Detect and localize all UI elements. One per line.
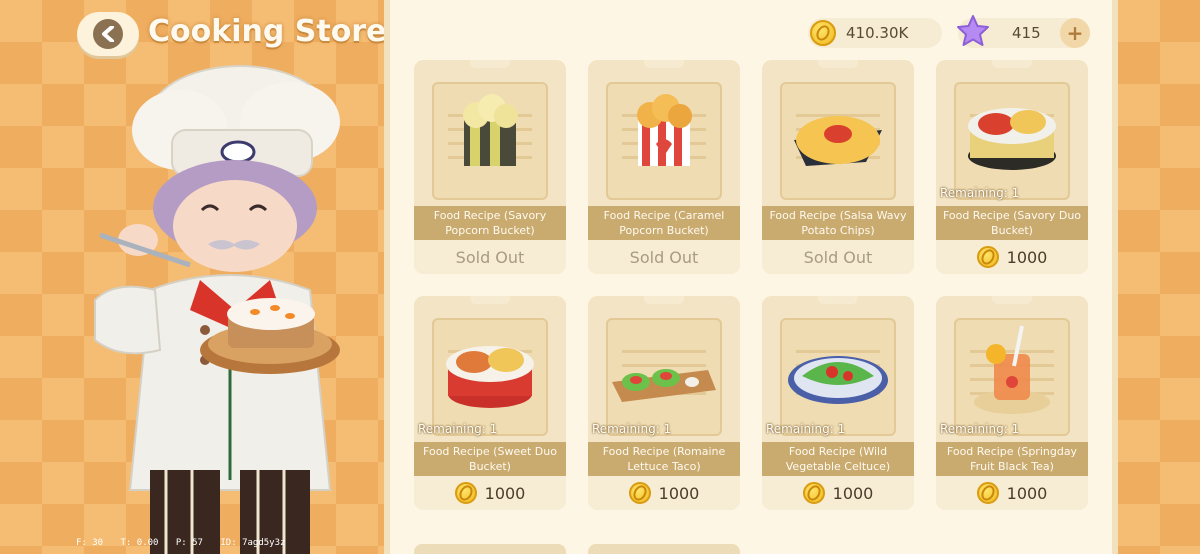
recipe-art [414, 60, 566, 206]
coin-icon [810, 20, 836, 46]
star-amount: 415 [1012, 24, 1041, 42]
recipe-name: Food Recipe (Caramel Popcorn Bucket) [588, 206, 740, 240]
coin-icon [976, 246, 999, 268]
recipe-art [936, 296, 1088, 442]
price: 1000 [802, 482, 874, 504]
recipe-card[interactable]: Food Recipe (Caramel Popcorn Bucket) Sold… [588, 60, 740, 274]
debug-id: ID: 7agd5y3z [220, 538, 286, 548]
recipe-food-icon [788, 356, 888, 404]
recipe-name: Food Recipe (Wild Vegetable Celtuce) [762, 442, 914, 476]
recipe-name: Food Recipe (Salsa Wavy Potato Chips) [762, 206, 914, 240]
buy-button[interactable]: 1000 [936, 240, 1088, 274]
recipe-art [762, 60, 914, 206]
back-arrow-icon [93, 19, 123, 49]
recipe-card[interactable]: Remaining: 1 Food Recipe (Wild Vegetable … [762, 296, 914, 510]
recipe-food-icon [968, 108, 1056, 170]
recipe-food-icon [446, 346, 534, 408]
add-stars-button[interactable]: + [1060, 18, 1090, 48]
recipe-name: Food Recipe (Springday Fruit Black Tea) [936, 442, 1088, 476]
recipe-card-partial [588, 544, 740, 554]
coin-amount: 410.30K [846, 24, 909, 42]
price: 1000 [454, 482, 526, 504]
buy-button[interactable]: 1000 [414, 476, 566, 510]
price: 1000 [628, 482, 700, 504]
recipe-name: Food Recipe (Savory Duo Bucket) [936, 206, 1088, 240]
coin-icon [628, 482, 651, 504]
recipe-card[interactable]: Food Recipe (Savory Popcorn Bucket) Sold … [414, 60, 566, 274]
recipe-food-icon [794, 116, 882, 166]
back-button[interactable] [77, 12, 139, 56]
recipe-card[interactable]: Remaining: 1 Food Recipe (Springday Fruit… [936, 296, 1088, 510]
price: 1000 [976, 482, 1048, 504]
recipe-art [414, 296, 566, 442]
remaining-count: Remaining: 1 [766, 422, 846, 436]
sold-out-text: Sold Out [803, 247, 873, 267]
buy-button[interactable]: 1000 [936, 476, 1088, 510]
star-icon [957, 15, 989, 46]
recipe-food-icon [463, 94, 518, 166]
remaining-count: Remaining: 1 [940, 422, 1020, 436]
recipe-card[interactable]: Food Recipe (Salsa Wavy Potato Chips) Sol… [762, 60, 914, 274]
sold-out-label: Sold Out [762, 240, 914, 274]
price: 1000 [976, 246, 1048, 268]
price-value: 1000 [832, 483, 874, 503]
recipe-food-icon [612, 369, 716, 402]
debug-time: T: 0.00 [120, 538, 159, 548]
debug-fps: F: 30 [76, 538, 104, 548]
sold-out-text: Sold Out [455, 247, 525, 267]
coin-balance: 410.30K [808, 18, 942, 48]
recipe-art [762, 296, 914, 442]
price-value: 1000 [1006, 483, 1048, 503]
recipe-food-icon [974, 325, 1050, 414]
price-value: 1000 [658, 483, 700, 503]
debug-overlay: F: 30 T: 0.00 P: 57 ID: 7agd5y3z [76, 538, 297, 548]
recipe-card[interactable]: Remaining: 1 Food Recipe (Sweet Duo Bucke… [414, 296, 566, 510]
remaining-count: Remaining: 1 [418, 422, 498, 436]
buy-button[interactable]: 1000 [588, 476, 740, 510]
price-value: 1000 [484, 483, 526, 503]
background-strip [1118, 0, 1200, 554]
sold-out-text: Sold Out [629, 247, 699, 267]
star-balance: 415 + [957, 15, 1090, 48]
remaining-count: Remaining: 1 [592, 422, 672, 436]
recipe-art [588, 296, 740, 442]
remaining-count: Remaining: 1 [940, 186, 1020, 200]
recipe-card[interactable]: Remaining: 1 Food Recipe (Savory Duo Buck… [936, 60, 1088, 274]
chef-character-illustration [94, 65, 340, 554]
price-value: 1000 [1006, 247, 1048, 267]
recipe-art [588, 60, 740, 206]
coin-icon [454, 482, 477, 504]
debug-ping: P: 57 [175, 538, 203, 548]
recipe-food-icon [637, 94, 692, 166]
recipe-name: Food Recipe (Savory Popcorn Bucket) [414, 206, 566, 240]
coin-icon [976, 482, 999, 504]
recipe-name: Food Recipe (Sweet Duo Bucket) [414, 442, 566, 476]
sold-out-label: Sold Out [588, 240, 740, 274]
recipe-name: Food Recipe (Romaine Lettuce Taco) [588, 442, 740, 476]
buy-button[interactable]: 1000 [762, 476, 914, 510]
recipe-card-partial [414, 544, 566, 554]
page-title: Cooking Store [148, 14, 387, 49]
recipe-card[interactable]: Remaining: 1 Food Recipe (Romaine Lettuce… [588, 296, 740, 510]
coin-icon [802, 482, 825, 504]
recipe-art [936, 60, 1088, 206]
sold-out-label: Sold Out [414, 240, 566, 274]
